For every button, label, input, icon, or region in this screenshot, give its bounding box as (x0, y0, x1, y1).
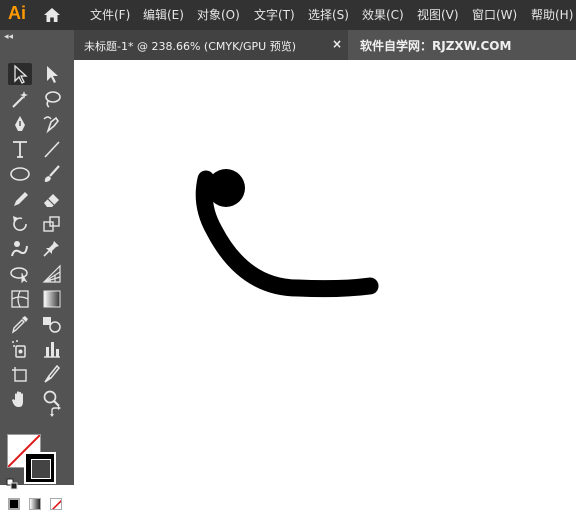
menu-type[interactable]: 文字(T) (254, 7, 295, 23)
home-icon[interactable] (42, 6, 62, 24)
line-segment-tool-icon[interactable] (40, 138, 64, 160)
mesh-tool-icon[interactable] (8, 288, 32, 310)
menu-file[interactable]: 文件(F) (90, 7, 130, 23)
tab-bar: 未标题-1* @ 238.66% (CMYK/GPU 预览) × 软件自学网：R… (74, 30, 576, 60)
eyedropper-tool-icon[interactable] (8, 313, 32, 335)
slice-tool-icon[interactable] (40, 363, 64, 385)
gradient-tool-icon[interactable] (40, 288, 64, 310)
swap-fill-stroke-icon[interactable] (49, 404, 63, 418)
type-tool-icon[interactable] (8, 138, 32, 160)
pencil-tool-icon[interactable] (8, 188, 32, 210)
warp-tool-icon[interactable] (8, 238, 32, 260)
lasso-tool-icon[interactable] (40, 88, 64, 110)
tab-document-title: 未标题-1* @ 238.66% (CMYK/GPU 预览) (84, 40, 296, 53)
column-graph-tool-icon[interactable] (40, 338, 64, 360)
paintbrush-tool-icon[interactable] (40, 163, 64, 185)
stroke-swatch-inner (31, 459, 51, 479)
watermark-text: 软件自学网：RJZXW.COM (360, 39, 512, 53)
menu-window[interactable]: 窗口(W) (472, 7, 517, 23)
collapse-panel-icon[interactable]: ◂◂ (4, 32, 13, 42)
curvature-tool-icon[interactable] (40, 113, 64, 135)
magic-wand-tool-icon[interactable] (8, 88, 32, 110)
shape-builder-tool-icon[interactable] (8, 263, 32, 285)
eraser-tool-icon[interactable] (40, 188, 64, 210)
rotate-tool-icon[interactable] (8, 213, 32, 235)
artboard-tool-icon[interactable] (8, 363, 32, 385)
stroke-swatch[interactable] (24, 452, 56, 484)
menu-effect[interactable]: 效果(C) (362, 7, 404, 23)
hand-tool-icon[interactable] (8, 388, 32, 410)
ellipse-tool-icon[interactable] (8, 163, 32, 185)
round-dot (207, 169, 245, 207)
menu-edit[interactable]: 编辑(E) (143, 7, 184, 23)
selection-tool-icon[interactable] (8, 63, 32, 85)
menu-help[interactable]: 帮助(H) (531, 7, 573, 23)
direct-selection-tool-icon[interactable] (40, 63, 64, 85)
menu-bar: Ai 文件(F) 编辑(E) 对象(O) 文字(T) 选择(S) 效果(C) 视… (0, 0, 576, 30)
default-colors-icon[interactable] (6, 475, 18, 490)
pen-tool-icon[interactable] (8, 113, 32, 135)
tools-panel: ◂◂ (0, 30, 74, 510)
pin-tool-icon[interactable] (40, 238, 64, 260)
menu-select[interactable]: 选择(S) (308, 7, 349, 23)
none-mode-icon[interactable] (50, 498, 62, 510)
menu-view[interactable]: 视图(V) (417, 7, 459, 23)
perspective-grid-tool-icon[interactable] (40, 263, 64, 285)
blend-tool-icon[interactable] (40, 313, 64, 335)
symbol-sprayer-tool-icon[interactable] (8, 338, 32, 360)
close-icon[interactable]: × (332, 37, 342, 51)
tab-document[interactable]: 未标题-1* @ 238.66% (CMYK/GPU 预览) × (74, 30, 348, 60)
scale-tool-icon[interactable] (40, 213, 64, 235)
artboard-canvas[interactable] (74, 60, 576, 485)
app-logo: Ai (8, 3, 26, 23)
menu-object[interactable]: 对象(O) (197, 7, 240, 23)
artwork[interactable] (74, 60, 576, 485)
gradient-mode-icon[interactable] (29, 498, 41, 510)
color-mode-icon[interactable] (8, 498, 20, 510)
